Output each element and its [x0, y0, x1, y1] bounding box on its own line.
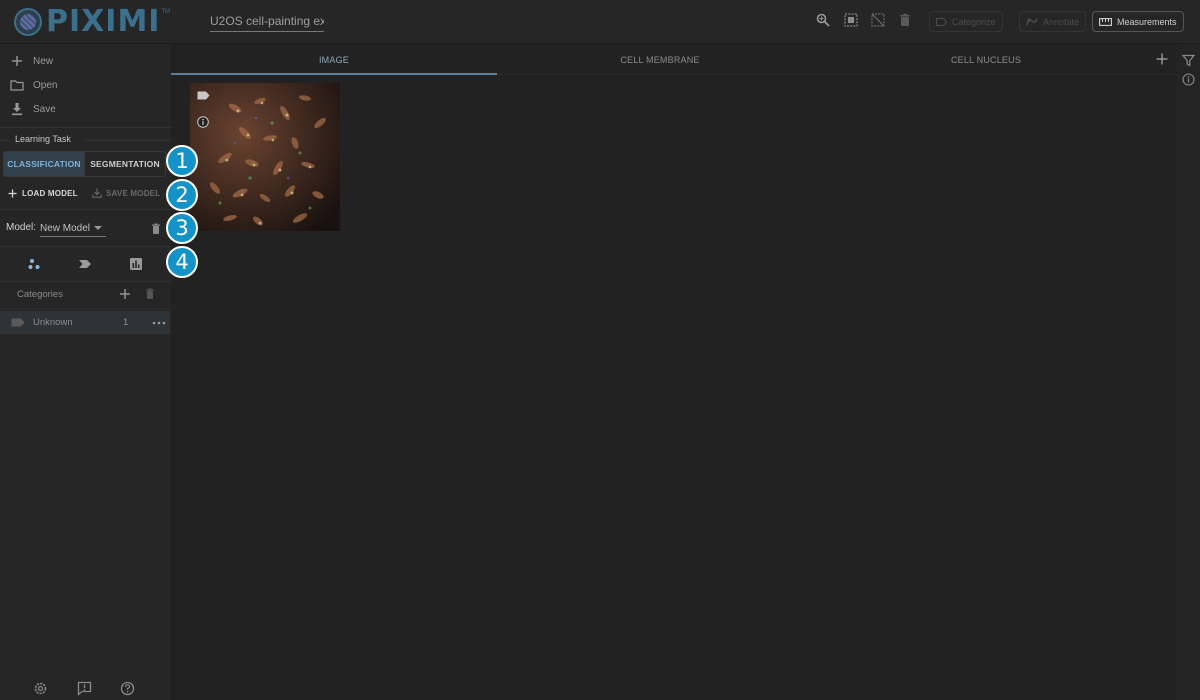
annotate-label: Annotate [1043, 16, 1080, 27]
save-menu-item[interactable]: Save [0, 97, 171, 121]
delete-icon[interactable] [898, 13, 912, 27]
learning-task-title: Learning Task [15, 134, 71, 144]
more-options-icon[interactable] [152, 321, 166, 325]
measurements-button[interactable]: Measurements [1092, 11, 1184, 32]
filter-icon[interactable] [1182, 54, 1195, 67]
model-tools-row [0, 252, 171, 276]
deselect-icon[interactable] [871, 13, 885, 27]
load-model-button[interactable]: LOAD MODEL [8, 186, 78, 200]
select-all-icon[interactable] [844, 13, 858, 27]
category-row[interactable]: Unknown 1 [0, 311, 170, 334]
tab-cell-membrane[interactable]: CELL MEMBRANE [497, 44, 823, 75]
save-label: Save [33, 103, 56, 115]
evaluate-icon[interactable] [129, 257, 143, 271]
main-content: IMAGE CELL MEMBRANE CELL NUCLEUS [171, 44, 1177, 700]
label-icon [936, 17, 947, 26]
divider [0, 127, 171, 128]
zoom-icon[interactable] [816, 13, 830, 27]
learning-task-toggle: CLASSIFICATION SEGMENTATION [3, 151, 166, 177]
add-tab-icon[interactable] [1155, 52, 1169, 66]
measurements-label: Measurements [1117, 16, 1177, 27]
app-bar: PIXIMI TM U2OS cell-painting experiment … [0, 0, 1200, 44]
category-name: Unknown [33, 317, 73, 328]
help-icon[interactable] [120, 681, 135, 696]
cell-image [190, 83, 340, 231]
callout-badge: 3 [166, 212, 198, 244]
plus-icon [8, 189, 17, 197]
model-select[interactable]: New Model [40, 220, 106, 237]
open-menu-item[interactable]: Open [0, 73, 171, 97]
annotate-button[interactable]: Annotate [1019, 11, 1087, 32]
divider [84, 140, 171, 141]
classification-toggle[interactable]: CLASSIFICATION [4, 152, 84, 176]
categorize-label: Categorize [952, 16, 996, 27]
divider [0, 246, 171, 247]
tab-bar: IMAGE CELL MEMBRANE CELL NUCLEUS [171, 44, 1177, 75]
plus-icon [12, 56, 22, 66]
info-icon[interactable] [197, 116, 209, 128]
right-rail [1177, 44, 1200, 700]
label-icon[interactable] [197, 91, 210, 100]
active-tab-indicator [171, 73, 497, 75]
logo-text: PIXIMI [46, 4, 161, 39]
project-name-field[interactable]: U2OS cell-painting experiment [210, 11, 324, 32]
open-label: Open [33, 79, 58, 91]
save-model-button[interactable]: SAVE MODEL [92, 186, 160, 200]
annotate-icon [1026, 18, 1038, 26]
save-model-label: SAVE MODEL [106, 188, 161, 198]
sidebar: New Open Save Learning Task CLASSIFICATI… [0, 44, 171, 700]
label-icon [11, 318, 25, 327]
predict-icon[interactable] [78, 257, 92, 271]
new-menu-item[interactable]: New [0, 49, 171, 73]
feedback-icon[interactable] [77, 681, 92, 696]
logo-trademark: TM [161, 9, 171, 15]
divider [0, 209, 171, 210]
settings-icon[interactable] [33, 681, 48, 696]
segmentation-toggle[interactable]: SEGMENTATION [84, 152, 165, 176]
piximi-logo: PIXIMI TM [14, 5, 170, 39]
ruler-icon [1099, 17, 1112, 26]
categorize-button[interactable]: Categorize [929, 11, 1003, 32]
category-count: 1 [123, 317, 129, 328]
image-thumbnail[interactable] [190, 83, 340, 231]
logo-mark-icon [14, 8, 42, 36]
download-icon [12, 103, 22, 116]
info-icon[interactable] [1182, 73, 1195, 86]
categories-title: Categories [17, 289, 63, 300]
model-label: Model: [6, 222, 37, 233]
delete-model-icon[interactable] [151, 223, 161, 234]
add-category-icon[interactable] [119, 288, 131, 300]
callout-badge: 1 [166, 145, 198, 177]
folder-icon [10, 80, 24, 91]
delete-categories-icon[interactable] [145, 288, 155, 299]
new-label: New [33, 55, 54, 67]
tab-image[interactable]: IMAGE [171, 44, 497, 75]
callout-badge: 2 [166, 179, 198, 211]
tab-cell-nucleus[interactable]: CELL NUCLEUS [823, 44, 1149, 75]
fit-model-icon[interactable] [27, 257, 41, 271]
chevron-down-icon [94, 226, 102, 230]
divider [0, 281, 171, 282]
sidebar-footer [0, 678, 171, 700]
model-select-value: New Model [40, 222, 91, 234]
callout-badge: 4 [166, 246, 198, 278]
load-model-label: LOAD MODEL [22, 188, 78, 198]
download-icon [92, 188, 102, 198]
divider [0, 140, 10, 141]
